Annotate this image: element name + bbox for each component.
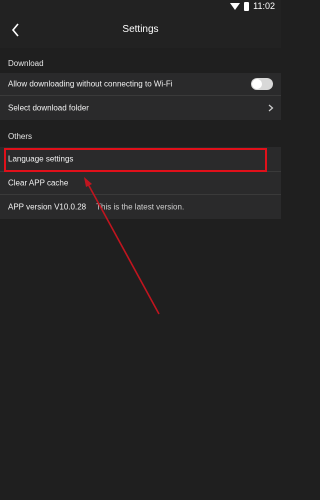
version-status-note: This is the latest version. — [96, 202, 185, 212]
page-title: Settings — [122, 24, 159, 35]
setting-row-language[interactable]: Language settings — [0, 147, 281, 171]
setting-row-download-folder[interactable]: Select download folder — [0, 96, 281, 120]
section-header-others: Others — [8, 132, 33, 141]
app-version-text: APP version V10.0.28 — [8, 202, 87, 212]
chevron-right-icon — [268, 104, 274, 112]
toggle-knob — [252, 79, 262, 89]
settings-screen: 11:02 Settings Download Allow downloadin… — [0, 0, 281, 500]
status-time: 11:02 — [253, 1, 275, 11]
battery-icon — [244, 2, 249, 11]
setting-label: Allow downloading without connecting to … — [8, 79, 173, 89]
app-version-label: APP version V10.0.28 This is the latest v… — [8, 203, 184, 212]
setting-row-wifi-download[interactable]: Allow downloading without connecting to … — [0, 73, 281, 95]
setting-label: Clear APP cache — [8, 178, 69, 188]
app-bar: Settings — [0, 14, 281, 48]
status-bar: 11:02 — [0, 0, 281, 14]
setting-row-app-version: APP version V10.0.28 This is the latest v… — [0, 195, 281, 219]
wifi-download-toggle[interactable] — [251, 78, 273, 90]
setting-label: Select download folder — [8, 103, 89, 113]
section-header-download: Download — [8, 59, 44, 68]
wifi-icon — [230, 3, 240, 10]
setting-row-clear-cache[interactable]: Clear APP cache — [0, 172, 281, 194]
setting-label: Language settings — [8, 154, 74, 164]
